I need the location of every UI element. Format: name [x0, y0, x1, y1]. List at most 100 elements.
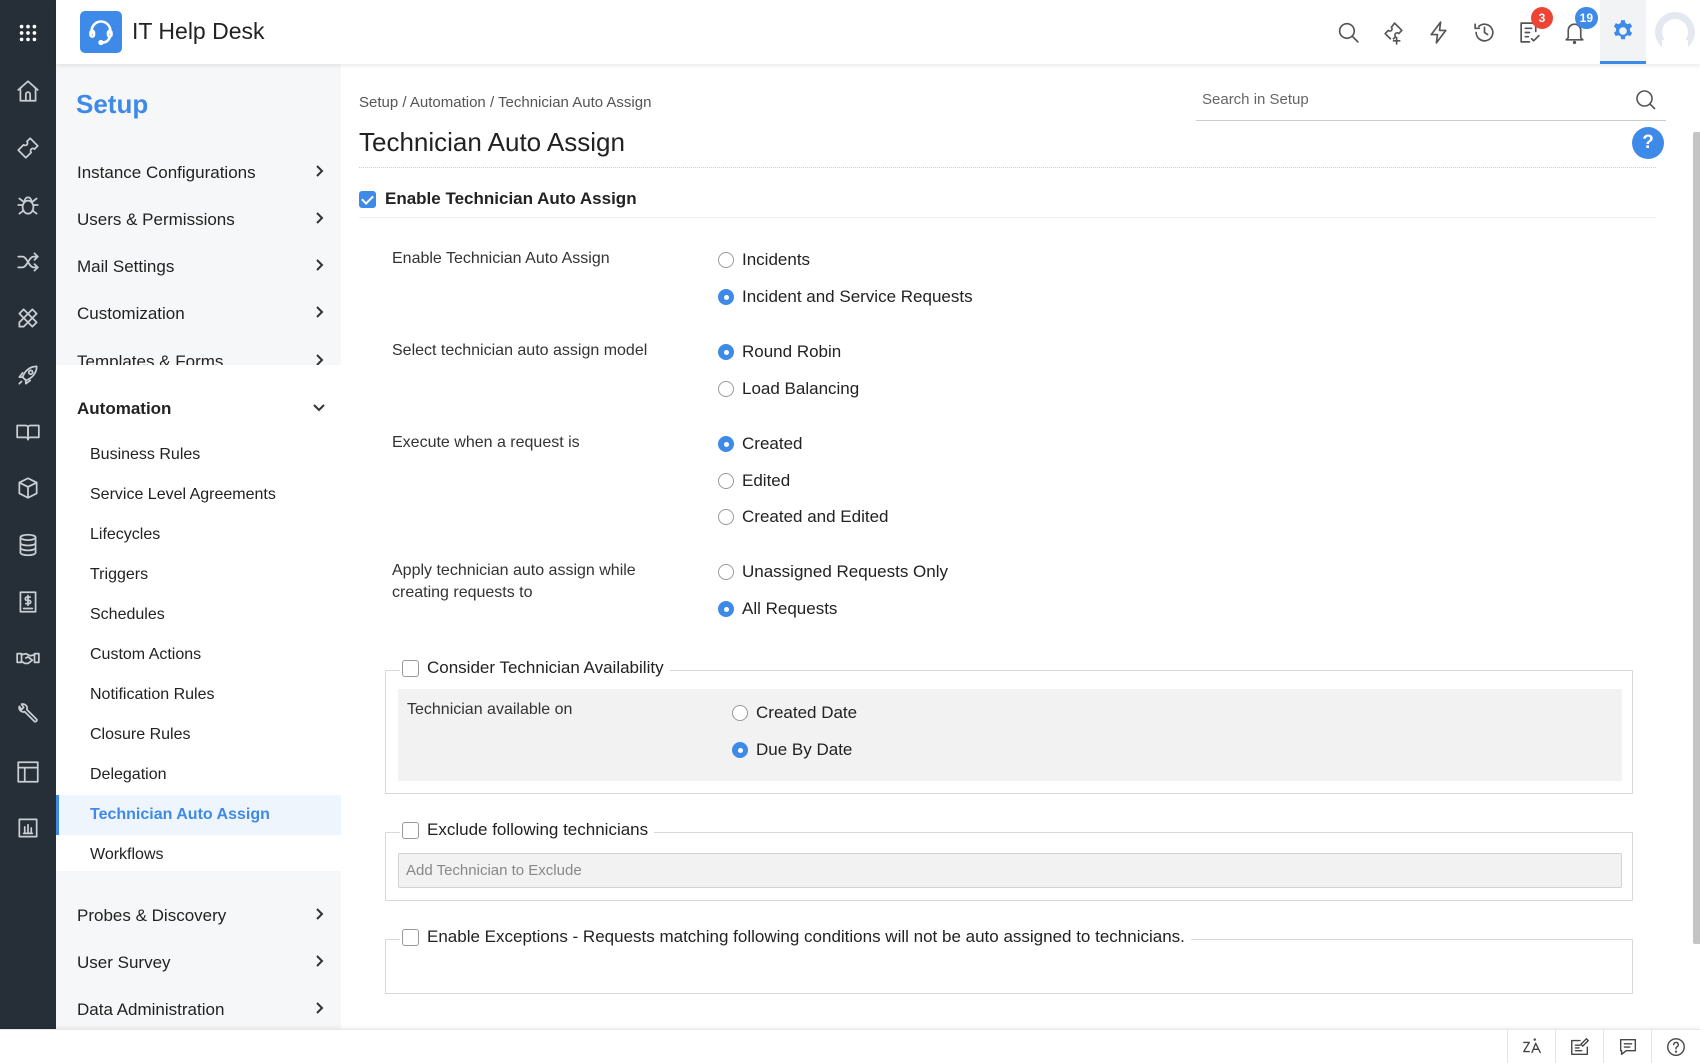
exclude-legend-label: Exclude following technicians [427, 820, 649, 839]
rail-changes[interactable] [0, 240, 56, 284]
page-title: Technician Auto Assign [359, 127, 625, 157]
translate-button[interactable] [1507, 1030, 1555, 1063]
field-label-execute-when: Execute when a request is [392, 434, 580, 451]
chevron-right-icon [311, 304, 327, 320]
radio-edited[interactable]: Edited [718, 471, 790, 491]
chat-button[interactable] [1603, 1030, 1651, 1063]
radio-button[interactable] [718, 601, 734, 617]
quick-actions-button[interactable] [1418, 12, 1458, 52]
field-label-apply-while-creating: Apply technician auto assign while creat… [392, 562, 636, 601]
radio-created[interactable]: Created [718, 434, 802, 454]
sidebar-subitem-sla[interactable]: Service Level Agreements [56, 475, 341, 515]
radio-incidents[interactable]: Incidents [718, 250, 810, 270]
sidebar-item-label: Users & Permissions [77, 210, 235, 229]
global-search-button[interactable] [1328, 12, 1368, 52]
radio-round-robin[interactable]: Round Robin [718, 342, 841, 362]
rail-admin[interactable] [0, 750, 56, 794]
rail-problems[interactable] [0, 183, 56, 227]
radio-button[interactable] [718, 564, 734, 580]
sidebar-subitem-technician-auto-assign[interactable]: Technician Auto Assign [56, 795, 341, 835]
rail-maintenance[interactable] [0, 693, 56, 737]
sidebar-subitem-workflows[interactable]: Workflows [56, 835, 341, 875]
rail-releases[interactable] [0, 353, 56, 397]
chevron-down-icon [311, 399, 327, 415]
lightning-icon [1429, 20, 1447, 44]
sidebar-item-user-survey[interactable]: User Survey [56, 941, 341, 985]
sidebar-item-automation[interactable]: Automation [56, 387, 341, 431]
sidebar-subitem-notification-rules[interactable]: Notification Rules [56, 675, 341, 715]
exceptions-legend: Enable Exceptions - Requests matching fo… [400, 927, 1191, 947]
sidebar-item-data-administration[interactable]: Data Administration [56, 988, 341, 1032]
tasks-button[interactable]: 3 [1509, 7, 1553, 52]
radio-created-date[interactable]: Created Date [732, 703, 857, 723]
sidebar-item-users-permissions[interactable]: Users & Permissions [56, 198, 341, 242]
invoice-icon [19, 591, 37, 613]
chevron-right-icon [311, 953, 327, 969]
sidebar-item-probes-discovery[interactable]: Probes & Discovery [56, 894, 341, 938]
new-request-button[interactable] [1373, 12, 1413, 52]
notifications-button[interactable]: 19 [1554, 7, 1598, 52]
rail-home[interactable] [0, 69, 56, 113]
radio-button[interactable] [718, 252, 734, 268]
sidebar-item-customization[interactable]: Customization [56, 292, 341, 336]
radio-unassigned-requests-only[interactable]: Unassigned Requests Only [718, 562, 948, 582]
rail-requests[interactable] [0, 126, 56, 170]
radio-load-balancing[interactable]: Load Balancing [718, 379, 859, 399]
radio-button[interactable] [718, 344, 734, 360]
rail-cmdb[interactable] [0, 523, 56, 567]
radio-button[interactable] [732, 705, 748, 721]
vertical-scrollbar[interactable] [1693, 132, 1700, 944]
availability-fieldset: Consider Technician Availability Technic… [385, 658, 1633, 794]
radio-button[interactable] [732, 742, 748, 758]
help-button[interactable]: ? [1632, 127, 1664, 159]
setup-search-input[interactable] [1196, 79, 1616, 119]
section-divider [359, 217, 1656, 218]
sidebar-subitem-business-rules[interactable]: Business Rules [56, 435, 341, 475]
sidebar-item-mail-settings[interactable]: Mail Settings [56, 245, 341, 289]
app-logo[interactable] [80, 11, 122, 53]
sidebar-subitem-lifecycles[interactable]: Lifecycles [56, 515, 341, 555]
sidebar-subitem-schedules[interactable]: Schedules [56, 595, 341, 635]
consider-availability-checkbox[interactable] [402, 659, 419, 677]
breadcrumb-setup[interactable]: Setup [359, 94, 398, 111]
radio-button[interactable] [718, 381, 734, 397]
rail-solutions[interactable] [0, 410, 56, 454]
radio-incident-and-service-requests[interactable]: Incident and Service Requests [718, 287, 973, 307]
radio-button[interactable] [718, 289, 734, 305]
sidebar-subitem-triggers[interactable]: Triggers [56, 555, 341, 595]
rail-projects[interactable] [0, 296, 56, 340]
sidebar-subitem-custom-actions[interactable]: Custom Actions [56, 635, 341, 675]
history-button[interactable] [1464, 12, 1504, 52]
sidebar-title: Setup [76, 89, 149, 119]
sidebar-subitem-delegation[interactable]: Delegation [56, 755, 341, 795]
radio-label: Load Balancing [742, 379, 860, 398]
rail-contracts[interactable] [0, 636, 56, 680]
radio-created-and-edited[interactable]: Created and Edited [718, 507, 889, 527]
sidebar-item-label: Instance Configurations [77, 163, 256, 182]
enable-auto-assign-checkbox[interactable] [359, 190, 376, 208]
enable-exceptions-checkbox[interactable] [402, 928, 419, 946]
help-footer-button[interactable] [1651, 1030, 1699, 1063]
apps-grid-button[interactable] [0, 0, 56, 66]
breadcrumb-automation[interactable]: Automation [410, 94, 486, 111]
radio-button[interactable] [718, 436, 734, 452]
help-icon [1666, 1038, 1685, 1056]
radio-all-requests[interactable]: All Requests [718, 599, 837, 619]
search-icon[interactable] [1634, 88, 1658, 112]
top-header: IT Help Desk 3 19 [56, 0, 1700, 64]
chevron-right-icon [311, 257, 327, 273]
radio-button[interactable] [718, 509, 734, 525]
settings-tab[interactable] [1600, 0, 1646, 64]
chevron-right-icon [311, 210, 327, 226]
rail-assets[interactable] [0, 466, 56, 510]
rail-purchase[interactable] [0, 580, 56, 624]
exclude-technicians-checkbox[interactable] [402, 821, 419, 839]
rail-reports[interactable] [0, 806, 56, 850]
notes-button[interactable] [1555, 1030, 1603, 1063]
sidebar-item-instance-configurations[interactable]: Instance Configurations [56, 151, 341, 195]
radio-due-by-date[interactable]: Due By Date [732, 740, 852, 760]
radio-button[interactable] [718, 473, 734, 489]
exclude-technician-input[interactable] [398, 853, 1622, 888]
sidebar-subitem-closure-rules[interactable]: Closure Rules [56, 715, 341, 755]
user-avatar[interactable] [1654, 10, 1696, 54]
